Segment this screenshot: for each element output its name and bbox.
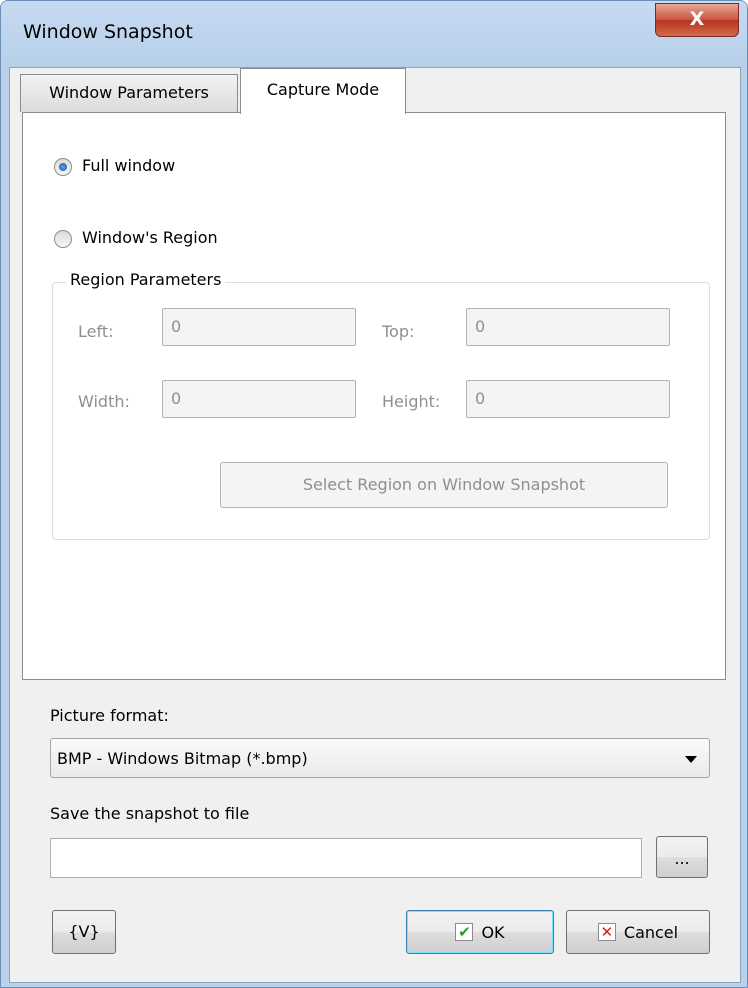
checkmark-icon: ✔ [455, 923, 474, 941]
tab-capture-mode[interactable]: Capture Mode [240, 68, 406, 114]
width-input[interactable]: 0 [162, 380, 356, 418]
left-label: Left: [78, 322, 114, 341]
browse-button[interactable]: ... [656, 836, 708, 878]
ok-label: OK [481, 922, 505, 942]
dropdown-arrow-icon[interactable] [685, 756, 697, 763]
variables-button[interactable]: {V} [52, 910, 116, 954]
window-title: Window Snapshot [23, 21, 193, 43]
windows-region-radio[interactable] [54, 230, 72, 248]
region-parameters-legend: Region Parameters [66, 270, 226, 289]
picture-format-select[interactable]: BMP - Windows Bitmap (*.bmp) [50, 738, 710, 778]
cancel-button-content: ✕ Cancel [567, 911, 709, 953]
save-file-label: Save the snapshot to file [50, 804, 250, 823]
height-input[interactable]: 0 [466, 380, 670, 418]
ok-button-content: ✔ OK [407, 911, 553, 953]
top-label: Top: [382, 322, 415, 341]
ok-button[interactable]: ✔ OK [406, 910, 554, 954]
cancel-button[interactable]: ✕ Cancel [566, 910, 710, 954]
width-label: Width: [78, 392, 130, 411]
close-icon: X [689, 8, 705, 30]
close-button[interactable]: X [655, 3, 739, 37]
top-input[interactable]: 0 [466, 308, 670, 346]
left-input[interactable]: 0 [162, 308, 356, 346]
picture-format-label: Picture format: [50, 706, 169, 725]
height-label: Height: [382, 392, 441, 411]
cancel-label: Cancel [623, 922, 679, 942]
radio-selected-dot [59, 163, 67, 171]
save-file-input[interactable] [50, 838, 642, 878]
picture-format-value: BMP - Windows Bitmap (*.bmp) [57, 749, 308, 768]
title-bar[interactable]: Window Snapshot X [1, 1, 747, 67]
windows-region-label[interactable]: Window's Region [82, 228, 218, 247]
full-window-label[interactable]: Full window [82, 156, 175, 175]
full-window-radio[interactable] [54, 158, 72, 176]
x-icon: ✕ [597, 923, 616, 941]
tab-window-parameters[interactable]: Window Parameters [20, 74, 238, 112]
select-region-button[interactable]: Select Region on Window Snapshot [220, 462, 668, 508]
